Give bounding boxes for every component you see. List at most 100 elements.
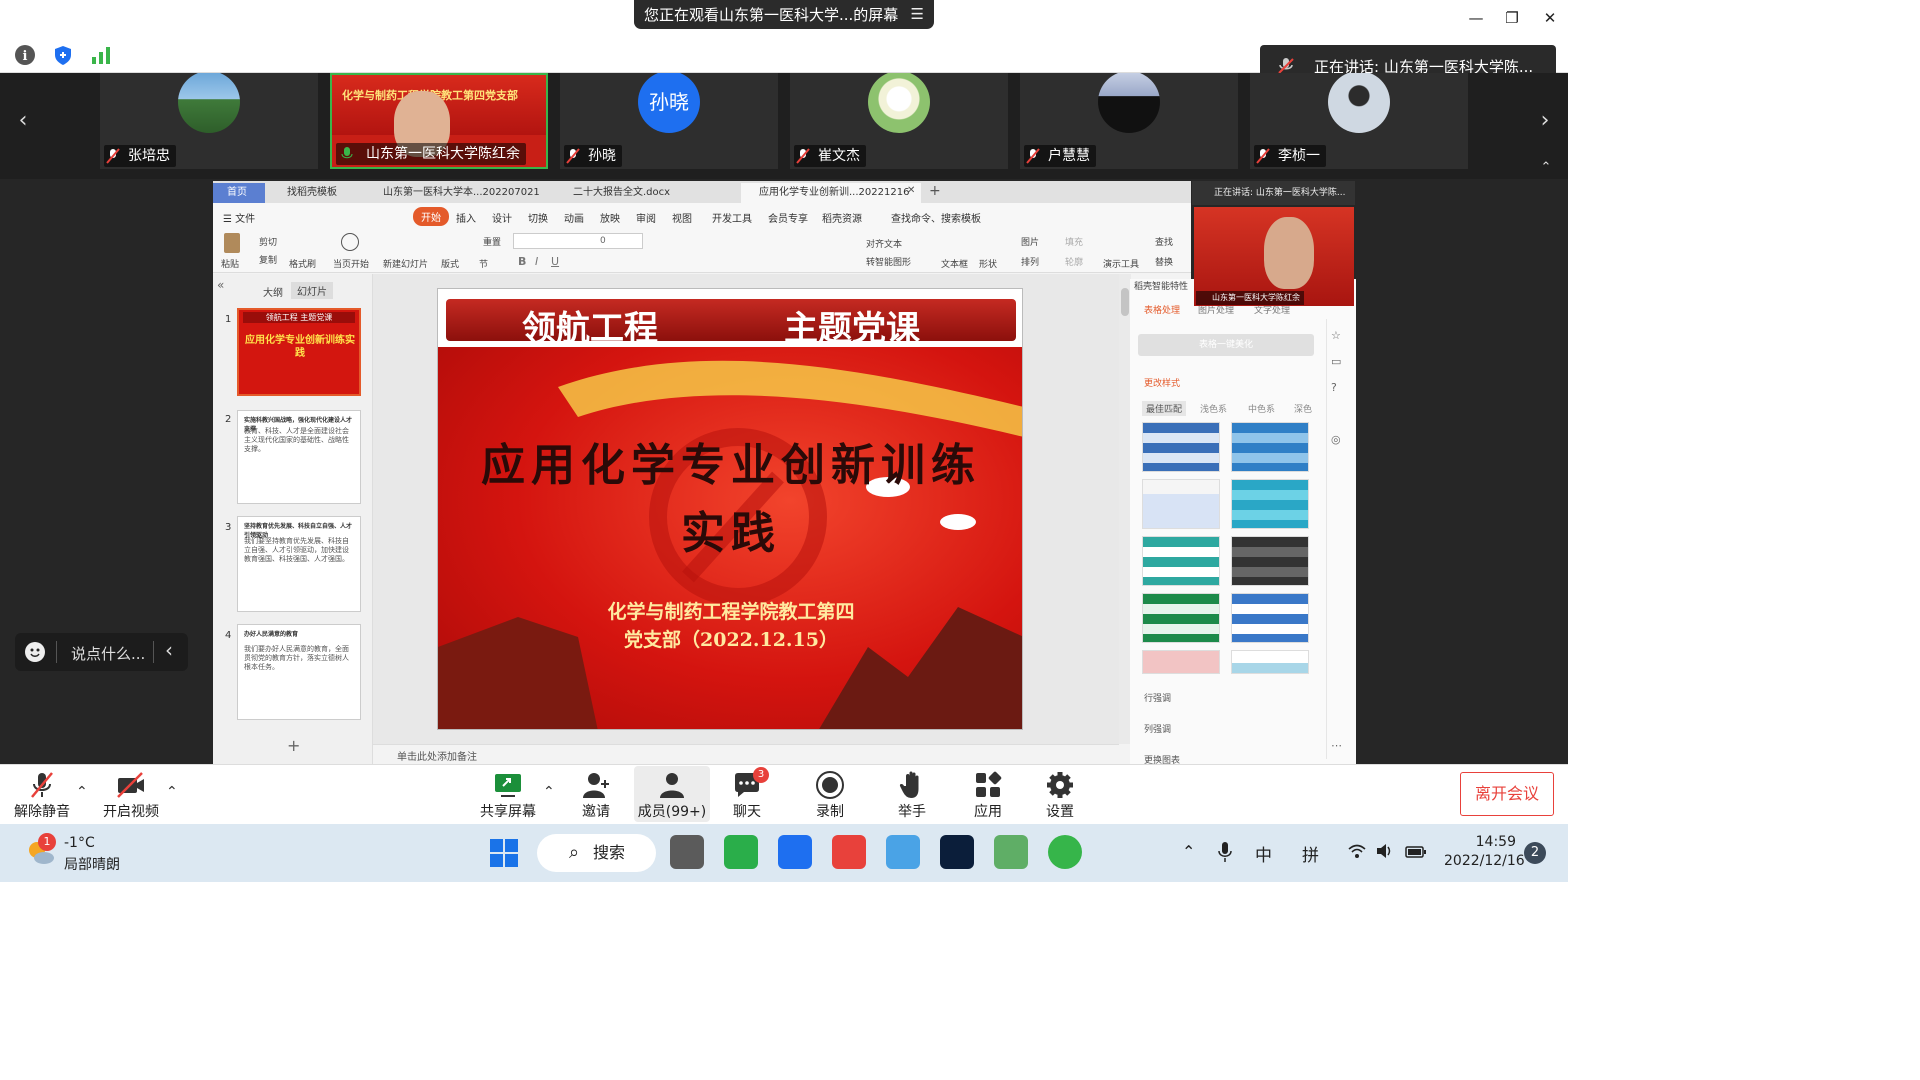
slide-thumbnail[interactable]: 坚持教育优先发展、科技自立自强、人才引领驱动 我们要坚持教育优先发展、科技自立自…	[237, 516, 361, 612]
section-button[interactable]: 节	[479, 257, 488, 270]
picture-button[interactable]: 图片	[1021, 235, 1039, 248]
unmute-button[interactable]: 解除静音	[10, 766, 74, 822]
weather-temp[interactable]: -1°C	[64, 835, 95, 851]
participant-tile[interactable]: 孙晓 孙晓	[560, 73, 778, 169]
wps-tab-active[interactable]: 应用化学专业创新训...20221216	[741, 183, 921, 203]
ime-language[interactable]: 中	[1255, 841, 1272, 866]
participant-tile[interactable]: 李桢一	[1250, 73, 1468, 169]
participant-tile-active[interactable]: 化学与制药工程学院教工第四党支部 山东第一医科大学陈红余	[330, 73, 548, 169]
textbox-button[interactable]: 文本框	[941, 257, 968, 270]
menu-start[interactable]: 开始	[413, 207, 449, 226]
add-slide-icon[interactable]: +	[287, 736, 300, 755]
participant-tile[interactable]: 户慧慧	[1020, 73, 1238, 169]
clock-time[interactable]: 14:59	[1444, 834, 1516, 850]
strip-prev-icon[interactable]: ‹	[0, 73, 46, 169]
notification-badge[interactable]: 2	[1524, 842, 1546, 864]
change-style-section[interactable]: 更改样式	[1144, 376, 1180, 389]
screen-share-banner[interactable]: 您正在观看山东第一医科大学...的屏幕 ☰	[634, 0, 934, 29]
wps-tab-doc[interactable]: 山东第一医科大学本...202207021	[365, 183, 549, 203]
fill-button[interactable]: 填充	[1065, 235, 1083, 248]
table-style-option[interactable]	[1231, 536, 1309, 586]
command-search[interactable]: 查找命令、搜索模板	[891, 210, 981, 225]
table-style-option[interactable]	[1142, 536, 1220, 586]
audio-options-icon[interactable]: ⌃	[76, 784, 88, 800]
browser-icon[interactable]	[1048, 835, 1082, 869]
table-style-option[interactable]	[1142, 650, 1220, 674]
menu-view[interactable]: 视图	[672, 210, 692, 225]
photoshop-icon[interactable]	[940, 835, 974, 869]
outline-tab[interactable]: 大纲	[263, 284, 283, 299]
font-size-box[interactable]: 0	[513, 233, 643, 249]
table-style-option[interactable]	[1231, 593, 1309, 643]
participant-tile[interactable]: 张培忠	[100, 73, 318, 169]
pin-icon[interactable]: ☆	[1331, 329, 1341, 342]
file-explorer-icon[interactable]	[886, 835, 920, 869]
panel-tab-table[interactable]: 表格处理	[1144, 303, 1180, 316]
wps-tab-report[interactable]: 二十大报告全文.docx	[555, 183, 735, 203]
windows-start-icon[interactable]	[489, 838, 519, 868]
paste-button[interactable]: 粘贴	[221, 257, 239, 270]
table-beautify-button[interactable]: 表格一键美化	[1138, 334, 1314, 356]
menu-docer[interactable]: 稻壳资源	[822, 210, 862, 225]
raise-hand-button[interactable]: 举手	[894, 766, 930, 822]
arrange-button[interactable]: 排列	[1021, 255, 1039, 268]
weather-desc[interactable]: 局部晴朗	[64, 854, 120, 874]
close-button[interactable]: ✕	[1536, 6, 1564, 30]
underline-button[interactable]: U	[551, 255, 559, 268]
reset-button[interactable]: 重置	[483, 235, 501, 248]
presenter-tools-button[interactable]: 演示工具	[1103, 257, 1139, 270]
table-style-option[interactable]	[1142, 593, 1220, 643]
emoji-icon[interactable]	[25, 642, 45, 662]
collapse-pane-icon[interactable]: «	[217, 278, 224, 292]
participant-tile[interactable]: 崔文杰	[790, 73, 1008, 169]
wechat-icon[interactable]	[724, 835, 758, 869]
chat-placeholder[interactable]: 说点什么...	[71, 643, 145, 664]
info-icon[interactable]: i	[15, 45, 35, 65]
invite-button[interactable]: 邀请	[574, 766, 618, 822]
battery-icon[interactable]	[1405, 844, 1427, 858]
tray-overflow-icon[interactable]: ⌃	[1182, 842, 1195, 861]
menu-slideshow[interactable]: 放映	[600, 210, 620, 225]
restore-button[interactable]: ❐	[1498, 6, 1526, 30]
italic-button[interactable]: I	[535, 255, 538, 268]
outline-button[interactable]: 轮廓	[1065, 255, 1083, 268]
new-slide-button[interactable]: 新建幻灯片	[383, 257, 428, 270]
filter-best-match[interactable]: 最佳匹配	[1142, 401, 1187, 416]
strip-next-icon[interactable]: ›	[1522, 73, 1568, 169]
help-icon[interactable]: ?	[1331, 381, 1337, 394]
slides-icon[interactable]: ▭	[1331, 355, 1341, 368]
replace-button[interactable]: 替换	[1155, 255, 1173, 268]
settings-button[interactable]: 设置	[1042, 766, 1078, 822]
slides-tab[interactable]: 幻灯片	[291, 282, 333, 299]
column-emphasis-link[interactable]: 列强调	[1144, 722, 1171, 735]
share-screen-button[interactable]: 共享屏幕	[478, 766, 538, 822]
clock-date[interactable]: 2022/12/16	[1444, 853, 1525, 869]
close-tab-icon[interactable]: ✕	[907, 185, 915, 196]
wifi-icon[interactable]	[1348, 843, 1366, 863]
task-view-icon[interactable]	[670, 835, 704, 869]
menu-developer[interactable]: 开发工具	[712, 210, 752, 225]
network-signal-icon[interactable]	[90, 45, 112, 65]
wps-tab-home[interactable]: 首页	[213, 183, 265, 203]
record-button[interactable]: 录制	[810, 766, 850, 822]
share-options-icon[interactable]: ⌃	[543, 784, 555, 800]
slide-thumbnail[interactable]: 实施科教兴国战略，强化现代化建设人才支撑 教育、科技、人才是全面建设社会主义现代…	[237, 410, 361, 504]
row-emphasis-link[interactable]: 行强调	[1144, 691, 1171, 704]
microphone-icon[interactable]	[1216, 840, 1234, 864]
minimize-button[interactable]: —	[1462, 6, 1490, 30]
menu-file[interactable]: ☰ 文件	[223, 210, 255, 225]
apps-button[interactable]: 应用	[970, 766, 1006, 822]
menu-review[interactable]: 审阅	[636, 210, 656, 225]
security-shield-icon[interactable]	[52, 44, 74, 66]
menu-design[interactable]: 设计	[492, 210, 512, 225]
layout-button[interactable]: 版式	[441, 257, 459, 270]
filter-light[interactable]: 浅色系	[1200, 402, 1227, 415]
volume-icon[interactable]	[1376, 843, 1394, 859]
menu-animation[interactable]: 动画	[564, 210, 584, 225]
menu-transition[interactable]: 切换	[528, 210, 548, 225]
menu-member[interactable]: 会员专享	[768, 210, 808, 225]
collapse-chat-icon[interactable]: ‹	[165, 638, 173, 662]
copy-button[interactable]: 复制	[259, 253, 277, 266]
new-tab-icon[interactable]: +	[929, 183, 941, 199]
location-icon[interactable]: ◎	[1331, 433, 1341, 446]
